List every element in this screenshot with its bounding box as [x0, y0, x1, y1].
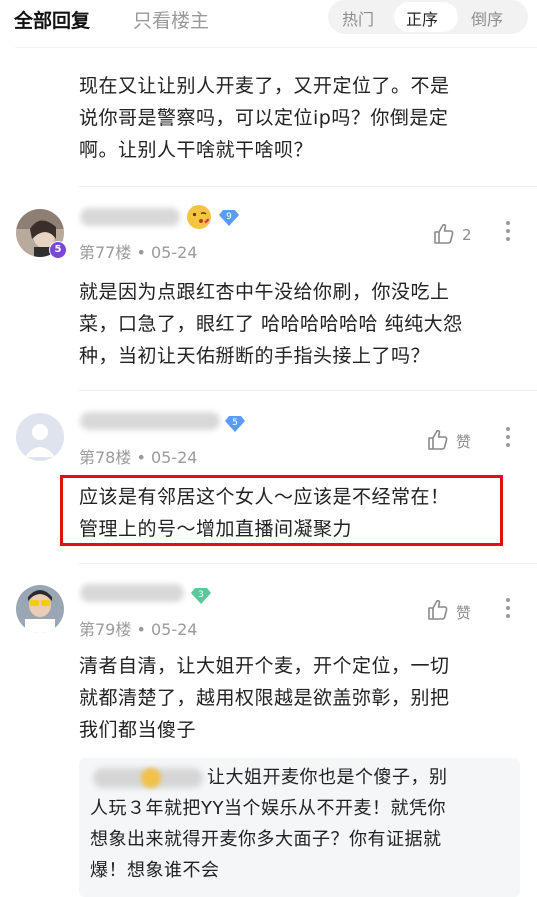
- gem-level-text: 5: [232, 418, 238, 428]
- kiss-emoji-icon: [186, 204, 212, 230]
- comment-line: 说你哥是警察吗，可以定位ip吗？你倒是定: [79, 107, 449, 129]
- comment-text: 就是因为点跟红杏中午没给你刷，你没吃上 菜，口急了，眼红了 哈哈哈哈哈哈 纯纯大…: [79, 276, 463, 372]
- comment-line: 我们都当傻子: [79, 719, 197, 741]
- comment-line: 菜，口急了，眼红了 哈哈哈哈哈哈 纯纯大怨: [79, 313, 463, 335]
- thumbs-up-icon[interactable]: [426, 428, 450, 452]
- comment-text-top: 现在又让让别人开麦了，又开定位了。不是 说你哥是警察吗，可以定位ip吗？你倒是定…: [79, 70, 450, 166]
- floor-meta: 第79楼 • 05-24: [79, 620, 198, 639]
- comment-line: 就都清楚了，越用权限越是欲盖弥彰，别把: [79, 687, 450, 709]
- thumbs-up-icon[interactable]: [432, 222, 456, 246]
- vip-gem-icon: 3: [190, 587, 211, 604]
- avatar[interactable]: [16, 585, 64, 633]
- username-blurred[interactable]: [80, 584, 184, 602]
- comment-line: 现在又让让别人开麦了，又开定位了。不是: [79, 75, 450, 97]
- username-blurred[interactable]: [80, 412, 220, 430]
- more-icon[interactable]: [506, 598, 510, 622]
- thumbs-up-icon[interactable]: [426, 598, 450, 622]
- divider: [79, 390, 537, 391]
- divider: [79, 563, 537, 564]
- tab-all-replies[interactable]: 全部回复: [14, 6, 90, 33]
- vip-gem-icon: 5: [224, 415, 245, 432]
- more-icon[interactable]: [506, 427, 510, 451]
- comment-line: 啊。让别人干啥就干啥呗？: [79, 139, 314, 161]
- sub-reply-text: 让大姐开麦你也是个傻子，别 人玩３年就把YY当个娱乐从不开麦！就凭你 想象出来就…: [79, 762, 520, 886]
- tab-owner-only[interactable]: 只看楼主: [133, 6, 209, 33]
- sub-reply-box[interactable]: 让大姐开麦你也是个傻子，别 人玩３年就把YY当个娱乐从不开麦！就凭你 想象出来就…: [79, 758, 520, 897]
- level-badge: 5: [49, 241, 67, 259]
- sub-reply-line: 人玩３年就把YY当个娱乐从不开麦！就凭你: [90, 798, 446, 819]
- comment-line: 就是因为点跟红杏中午没给你刷，你没吃上: [79, 281, 450, 303]
- comment-line: 种，当初让天佑掰断的手指头接上了吗？: [79, 345, 431, 367]
- more-icon[interactable]: [506, 221, 510, 245]
- sort-segment: 热门 正序 倒序: [328, 0, 528, 34]
- highlight-box: [60, 475, 503, 546]
- sub-reply-line: 想象出来就得开麦你多大面子？你有证据就: [90, 829, 442, 850]
- sort-asc-button[interactable]: 正序: [406, 6, 438, 30]
- sub-reply-line: 爆！想象谁不会: [90, 860, 220, 881]
- sub-reply-line: 让大姐开麦你也是个傻子，别: [207, 767, 448, 788]
- gem-level-text: 9: [226, 212, 232, 222]
- vip-gem-icon: 9: [218, 209, 239, 226]
- avatar[interactable]: [16, 413, 64, 461]
- floor-meta: 第78楼 • 05-24: [79, 448, 198, 467]
- like-count: 2: [462, 226, 472, 244]
- gem-level-text: 3: [198, 590, 204, 600]
- comment-line: 清者自清，让大姐开个麦，开个定位，一切: [79, 655, 450, 677]
- divider: [15, 47, 537, 48]
- sort-hot-button[interactable]: 热门: [342, 6, 374, 30]
- username-blurred[interactable]: [80, 208, 180, 226]
- floor-meta: 第77楼 • 05-24: [79, 243, 198, 262]
- sort-desc-button[interactable]: 倒序: [471, 6, 503, 30]
- comments-header: 全部回复 只看楼主 热门 正序 倒序: [0, 0, 537, 40]
- divider: [79, 186, 537, 187]
- like-label: 赞: [456, 604, 472, 622]
- like-label: 赞: [456, 433, 472, 451]
- comment-text: 清者自清，让大姐开个麦，开个定位，一切 就都清楚了，越用权限越是欲盖弥彰，别把 …: [79, 650, 450, 746]
